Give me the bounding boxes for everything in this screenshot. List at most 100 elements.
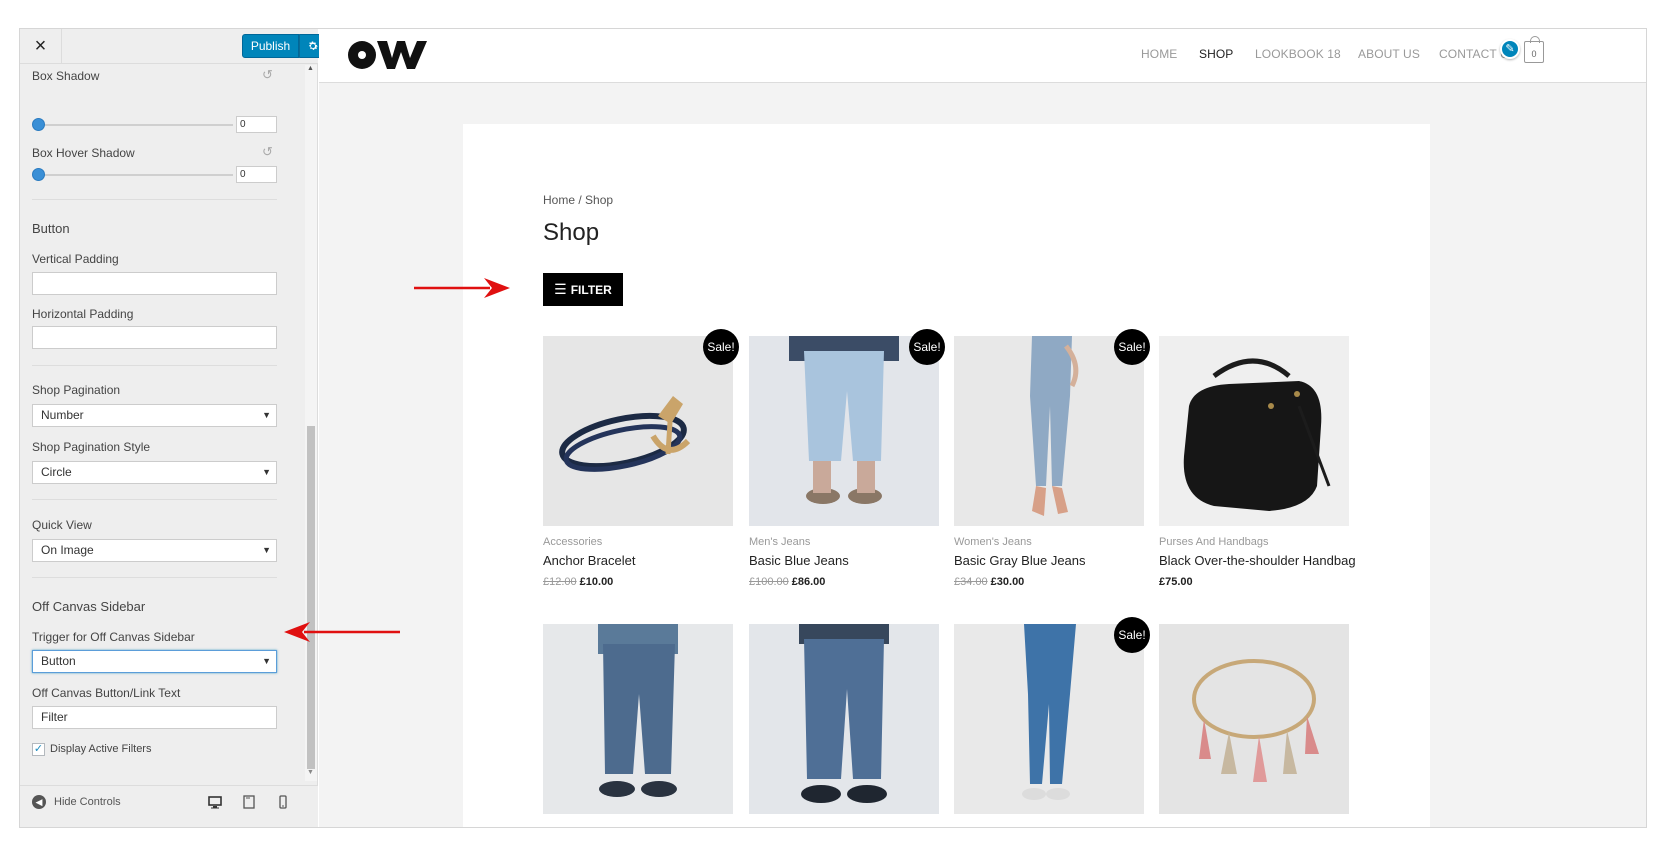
sale-badge: Sale!	[1114, 617, 1150, 653]
box-hover-shadow-slider-knob[interactable]	[32, 168, 45, 181]
breadcrumb[interactable]: Home / Shop	[543, 193, 613, 207]
shop-pagination-style-select[interactable]: Circle ▼	[32, 461, 277, 484]
close-button[interactable]: ×	[20, 29, 62, 64]
product-category[interactable]: Women's Jeans	[954, 536, 1032, 548]
shop-pagination-label: Shop Pagination	[32, 383, 121, 397]
divider	[32, 499, 277, 500]
mobile-preview-icon[interactable]	[275, 794, 291, 810]
product-name[interactable]: Basic Blue Jeans	[749, 553, 849, 568]
ow-logo[interactable]	[347, 38, 427, 72]
product-price: £75.00	[1159, 576, 1193, 588]
nav-about[interactable]: ABOUT US	[1358, 47, 1420, 61]
product-category[interactable]: Men's Jeans	[749, 536, 810, 548]
cart-icon[interactable]: 0	[1524, 36, 1544, 63]
shop-pagination-style-label: Shop Pagination Style	[32, 440, 151, 454]
product-name[interactable]: Anchor Bracelet	[543, 553, 636, 568]
off-canvas-trigger-select[interactable]: Button ▼	[32, 650, 277, 673]
product-category[interactable]: Purses And Handbags	[1159, 536, 1268, 548]
caret-down-icon: ▼	[262, 410, 271, 420]
customizer-window: × Publish Box Shadow ↺ 0 Box Hover Shado…	[19, 28, 1647, 828]
product-name[interactable]: Basic Gray Blue Jeans	[954, 553, 1086, 568]
hide-controls-button[interactable]: Hide Controls	[54, 796, 121, 808]
caret-down-icon: ▼	[262, 656, 271, 666]
product-image[interactable]	[749, 624, 939, 814]
divider	[32, 365, 277, 366]
arrow-annotation-icon	[284, 622, 400, 642]
panel-body: Box Shadow ↺ 0 Box Hover Shadow ↺ 0 Butt…	[20, 65, 305, 781]
select-value: Circle	[41, 465, 72, 479]
off-canvas-trigger-label: Trigger for Off Canvas Sidebar	[32, 630, 195, 644]
select-value: Number	[41, 408, 84, 422]
divider	[32, 199, 277, 200]
publish-button[interactable]: Publish	[242, 34, 299, 58]
sale-price: £30.00	[990, 576, 1025, 588]
horizontal-padding-label: Horizontal Padding	[32, 307, 134, 321]
caret-down-icon: ▼	[262, 467, 271, 477]
quick-view-label: Quick View	[32, 518, 92, 532]
old-price: £12.00	[543, 576, 577, 588]
sale-badge: Sale!	[1114, 329, 1150, 365]
product-name[interactable]: Black Over-the-shoulder Handbag	[1159, 553, 1356, 568]
old-price: £100.00	[749, 576, 789, 588]
tablet-preview-icon[interactable]	[241, 794, 257, 810]
display-active-filters-checkbox[interactable]: ✓	[32, 743, 45, 756]
gear-icon	[309, 41, 318, 50]
sale-price: £10.00	[579, 576, 614, 588]
box-shadow-label: Box Shadow	[32, 69, 100, 83]
product-image[interactable]	[1159, 336, 1349, 526]
product-image[interactable]	[954, 336, 1144, 526]
scroll-down-arrow-icon[interactable]: ▼	[307, 769, 314, 776]
old-price: £34.00	[954, 576, 988, 588]
box-shadow-slider-knob[interactable]	[32, 118, 45, 131]
product-price-value: £75.00	[1159, 576, 1193, 588]
shop-pagination-select[interactable]: Number ▼	[32, 404, 277, 427]
reset-icon[interactable]: ↺	[262, 67, 273, 83]
product-image[interactable]	[1159, 624, 1349, 814]
caret-down-icon: ▼	[262, 545, 271, 555]
horizontal-padding-input[interactable]	[32, 326, 277, 349]
site-header: HOME SHOP LOOKBOOK 18 ABOUT US CONTACT U…	[319, 29, 1646, 83]
box-shadow-slider-track[interactable]	[40, 124, 233, 126]
sale-price: £86.00	[791, 576, 826, 588]
close-icon: ×	[34, 35, 47, 57]
product-price: £34.00 £30.00	[954, 576, 1024, 588]
panel-scrollbar[interactable]: ▲ ▼	[305, 65, 317, 781]
shop-content: Home / Shop Shop ☰ FILTER Sale! Accessor…	[463, 124, 1430, 827]
nav-contact[interactable]: CONTACT US	[1439, 47, 1509, 61]
filter-button[interactable]: ☰ FILTER	[543, 273, 623, 306]
product-category[interactable]: Accessories	[543, 536, 602, 548]
hide-controls-icon[interactable]: ◀	[32, 795, 46, 809]
reset-icon[interactable]: ↺	[262, 144, 273, 160]
quick-view-select[interactable]: On Image ▼	[32, 539, 277, 562]
nav-home[interactable]: HOME	[1141, 47, 1177, 61]
checkmark-icon: ✓	[33, 743, 44, 755]
box-hover-shadow-slider-track[interactable]	[40, 174, 233, 176]
product-image[interactable]	[749, 336, 939, 526]
product-image[interactable]	[543, 336, 733, 526]
box-hover-shadow-input[interactable]: 0	[236, 166, 277, 183]
off-canvas-section-title: Off Canvas Sidebar	[32, 599, 146, 614]
desktop-preview-icon[interactable]	[207, 794, 223, 810]
filter-label: FILTER	[570, 282, 612, 297]
hamburger-icon: ☰	[554, 281, 567, 297]
sale-badge: Sale!	[909, 329, 945, 365]
scrollbar-thumb[interactable]	[307, 426, 315, 769]
edit-shortcut-pencil-icon[interactable]: ✎	[1500, 39, 1520, 59]
vertical-padding-input[interactable]	[32, 272, 277, 295]
vertical-padding-label: Vertical Padding	[32, 252, 119, 266]
arrow-annotation-icon	[414, 278, 510, 298]
off-canvas-text-label: Off Canvas Button/Link Text	[32, 686, 181, 700]
product-image[interactable]	[543, 624, 733, 814]
customizer-panel: × Publish Box Shadow ↺ 0 Box Hover Shado…	[20, 29, 327, 827]
select-value: Button	[41, 654, 76, 668]
scroll-up-arrow-icon[interactable]: ▲	[307, 65, 314, 72]
select-value: On Image	[41, 543, 94, 557]
nav-shop[interactable]: SHOP	[1199, 47, 1233, 61]
panel-footer: ◀ Hide Controls	[20, 785, 318, 827]
nav-lookbook[interactable]: LOOKBOOK 18	[1255, 47, 1341, 61]
box-shadow-input[interactable]: 0	[236, 116, 277, 133]
box-hover-shadow-label: Box Hover Shadow	[32, 146, 135, 160]
divider	[32, 577, 277, 578]
product-image[interactable]	[954, 624, 1144, 814]
off-canvas-text-input[interactable]: Filter	[32, 706, 277, 729]
